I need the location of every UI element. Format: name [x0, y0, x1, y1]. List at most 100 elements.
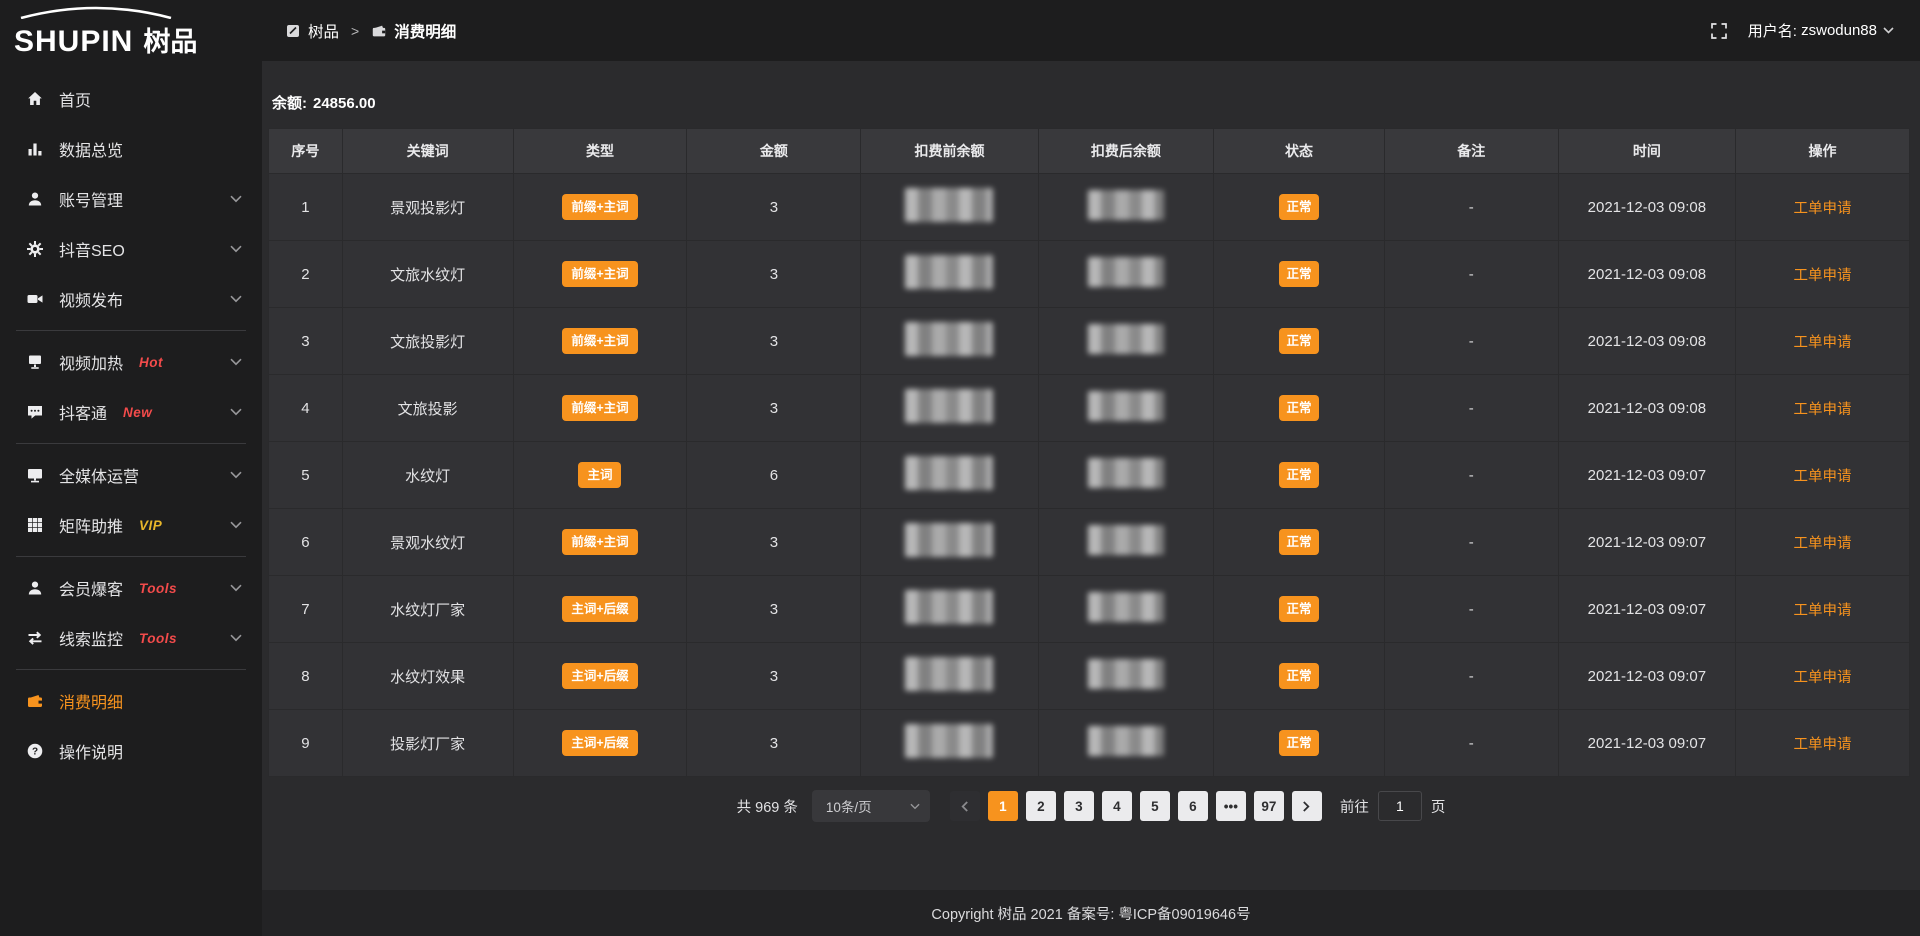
cell-action: 工单申请 — [1735, 308, 1909, 375]
redacted-value — [905, 523, 993, 557]
sidebar-item-账号管理[interactable]: 账号管理 — [0, 174, 262, 224]
work-order-link[interactable]: 工单申请 — [1793, 603, 1851, 619]
page-button-3[interactable]: 3 — [1064, 791, 1094, 821]
page-button-97[interactable]: 97 — [1254, 791, 1284, 821]
table-row: 2 文旅水纹灯 前缀+主词 3 正常 - 2021-12-03 09:08 工单… — [269, 241, 1910, 308]
cell-balance-before — [861, 576, 1038, 643]
sidebar-item-操作说明[interactable]: ? 操作说明 — [0, 726, 262, 776]
cell-balance-after — [1038, 241, 1214, 308]
wallet-icon — [26, 692, 44, 710]
work-order-link[interactable]: 工单申请 — [1793, 402, 1851, 418]
cell-action: 工单申请 — [1735, 241, 1909, 308]
sidebar-item-label: 全媒体运营 — [59, 463, 139, 487]
sidebar-item-视频加热[interactable]: 视频加热 Hot — [0, 337, 262, 387]
chevron-down-icon — [230, 408, 242, 416]
cell-keyword: 水纹灯 — [342, 442, 513, 509]
sidebar-item-矩阵助推[interactable]: 矩阵助推 VIP — [0, 500, 262, 550]
type-badge: 主词+后缀 — [562, 596, 637, 623]
work-order-link[interactable]: 工单申请 — [1793, 737, 1851, 753]
cell-status: 正常 — [1214, 375, 1385, 442]
breadcrumb-home[interactable]: 树品 — [308, 20, 339, 42]
sidebar-item-抖音SEO[interactable]: 抖音SEO — [0, 224, 262, 274]
copyright-text: Copyright 树品 2021 备案号: 粤ICP备09019646号 — [931, 903, 1250, 924]
sidebar-item-首页[interactable]: 首页 — [0, 74, 262, 124]
sidebar-item-label: 操作说明 — [59, 739, 123, 763]
table-row: 7 水纹灯厂家 主词+后缀 3 正常 - 2021-12-03 09:07 工单… — [269, 576, 1910, 643]
type-badge: 前缀+主词 — [562, 328, 637, 355]
sidebar-item-label: 会员爆客 — [59, 576, 123, 600]
user-menu[interactable]: 用户名: zswodun88 — [1748, 20, 1894, 41]
sidebar-item-全媒体运营[interactable]: 全媒体运营 — [0, 450, 262, 500]
work-order-link[interactable]: 工单申请 — [1793, 201, 1851, 217]
redacted-value — [1088, 190, 1164, 220]
status-badge: 正常 — [1279, 194, 1318, 221]
consumption-table-wrap: 序号关键词类型金额扣费前余额扣费后余额状态备注时间操作 1 景观投影灯 前缀+主… — [268, 128, 1910, 777]
chat-bubble-icon — [26, 403, 44, 421]
cell-amount: 3 — [687, 710, 861, 777]
cell-status: 正常 — [1214, 241, 1385, 308]
next-page-button[interactable] — [1292, 791, 1322, 821]
cell-action: 工单申请 — [1735, 509, 1909, 576]
chevron-down-icon — [910, 803, 920, 810]
redacted-value — [1088, 726, 1164, 756]
topbar: 树品 > 消费明细 用户名: zswodun88 — [262, 0, 1920, 61]
sidebar-item-线索监控[interactable]: 线索监控 Tools — [0, 613, 262, 663]
goto-page-input[interactable] — [1378, 791, 1422, 821]
question-icon: ? — [26, 742, 44, 760]
page-button-2[interactable]: 2 — [1026, 791, 1056, 821]
sidebar-item-数据总览[interactable]: 数据总览 — [0, 124, 262, 174]
page-size-select[interactable]: 10条/页 — [812, 790, 930, 822]
bar-chart-icon — [26, 140, 44, 158]
sidebar-item-label: 首页 — [59, 87, 91, 111]
sidebar-divider — [16, 443, 246, 444]
prev-page-button[interactable] — [950, 791, 980, 821]
wallet-icon — [371, 23, 387, 39]
status-badge: 正常 — [1279, 328, 1318, 355]
sidebar-item-视频发布[interactable]: 视频发布 — [0, 274, 262, 324]
cell-remark: - — [1384, 174, 1558, 241]
cell-type: 主词+后缀 — [513, 576, 687, 643]
cell-time: 2021-12-03 09:08 — [1558, 241, 1735, 308]
cell-action: 工单申请 — [1735, 710, 1909, 777]
balance: 余额:24856.00 — [262, 61, 1920, 113]
sidebar-divider — [16, 556, 246, 557]
work-order-link[interactable]: 工单申请 — [1793, 469, 1851, 485]
work-order-link[interactable]: 工单申请 — [1793, 268, 1851, 284]
chevron-down-icon — [230, 634, 242, 642]
cell-type: 主词 — [513, 442, 687, 509]
sidebar-item-tag: Tools — [139, 631, 177, 646]
cell-remark: - — [1384, 241, 1558, 308]
sidebar-item-label: 矩阵助推 — [59, 513, 123, 537]
work-order-link[interactable]: 工单申请 — [1793, 335, 1851, 351]
page-button-1[interactable]: 1 — [988, 791, 1018, 821]
app-logo[interactable]: SHUPIN 树品 — [0, 0, 262, 64]
more-pages-button[interactable]: ••• — [1216, 791, 1246, 821]
breadcrumb-separator: > — [351, 23, 359, 39]
cell-balance-before — [861, 174, 1038, 241]
table-row: 1 景观投影灯 前缀+主词 3 正常 - 2021-12-03 09:08 工单… — [269, 174, 1910, 241]
sidebar-item-label: 抖客通 — [59, 400, 107, 424]
sidebar-item-label: 视频发布 — [59, 287, 123, 311]
page-button-4[interactable]: 4 — [1102, 791, 1132, 821]
sidebar-item-会员爆客[interactable]: 会员爆客 Tools — [0, 563, 262, 613]
page-button-5[interactable]: 5 — [1140, 791, 1170, 821]
work-order-link[interactable]: 工单申请 — [1793, 536, 1851, 552]
cell-remark: - — [1384, 710, 1558, 777]
goto-label: 前往 — [1340, 796, 1369, 817]
work-order-link[interactable]: 工单申请 — [1793, 670, 1851, 686]
cell-status: 正常 — [1214, 442, 1385, 509]
fullscreen-icon[interactable] — [1710, 22, 1728, 40]
balance-value: 24856.00 — [313, 95, 376, 112]
sidebar: SHUPIN 树品 首页 数据总览 账号管理 抖音SEO 视频发布 — [0, 0, 262, 936]
cell-no: 3 — [269, 308, 343, 375]
cell-balance-after — [1038, 174, 1214, 241]
cell-balance-before — [861, 375, 1038, 442]
chevron-down-icon — [230, 471, 242, 479]
table-row: 6 景观水纹灯 前缀+主词 3 正常 - 2021-12-03 09:07 工单… — [269, 509, 1910, 576]
sidebar-item-抖客通[interactable]: 抖客通 New — [0, 387, 262, 437]
total-count: 共 969 条 — [737, 796, 798, 817]
sidebar-item-消费明细[interactable]: 消费明细 — [0, 676, 262, 726]
cell-no: 6 — [269, 509, 343, 576]
redacted-value — [905, 389, 993, 423]
page-button-6[interactable]: 6 — [1178, 791, 1208, 821]
